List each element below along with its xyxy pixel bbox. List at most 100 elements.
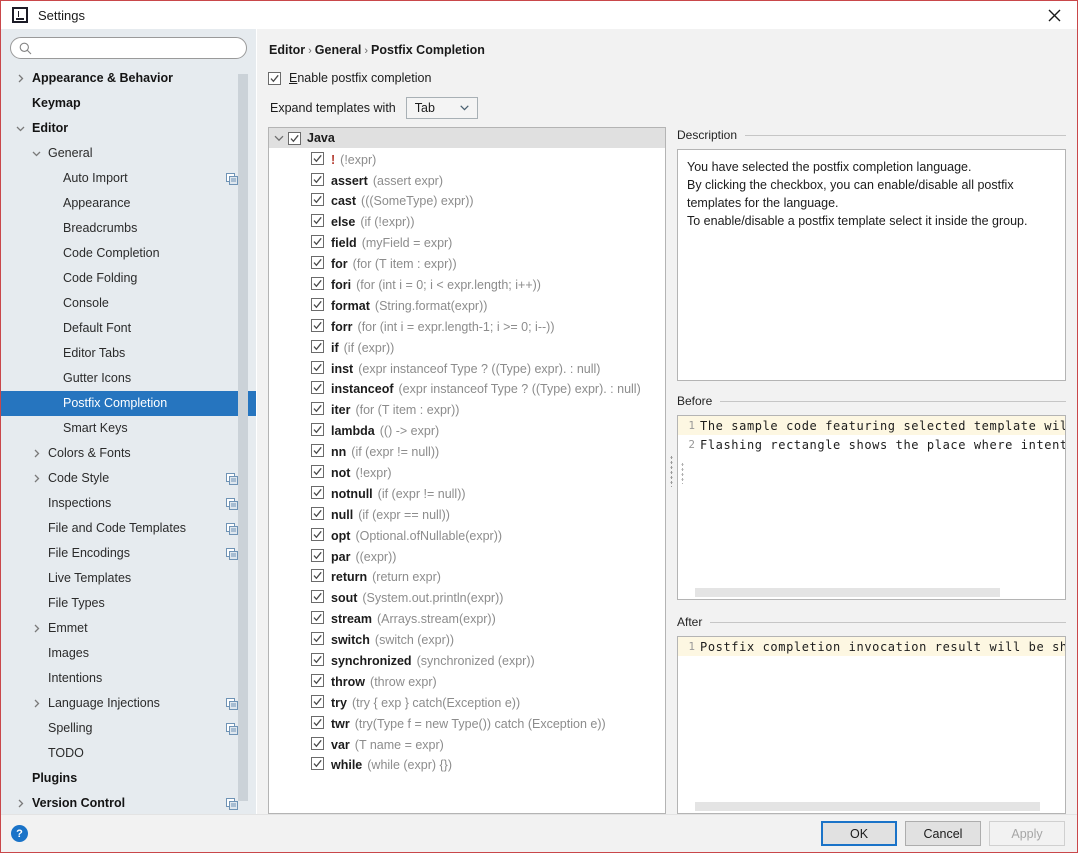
sidebar-item-editor[interactable]: Editor	[1, 116, 256, 141]
cancel-button[interactable]: Cancel	[905, 821, 981, 846]
template-checkbox[interactable]	[311, 423, 324, 439]
sidebar-item-code-folding[interactable]: Code Folding	[1, 266, 256, 291]
template-checkbox[interactable]	[311, 402, 324, 418]
chevron-right-icon[interactable]	[31, 473, 42, 484]
template-checkbox[interactable]	[311, 695, 324, 711]
search-input[interactable]	[37, 40, 238, 56]
template-checkbox[interactable]	[311, 486, 324, 502]
template-checkbox[interactable]	[311, 569, 324, 585]
sidebar-item-postfix-completion[interactable]: Postfix Completion	[1, 391, 256, 416]
template-checkbox[interactable]	[311, 653, 324, 669]
template-checkbox[interactable]	[311, 590, 324, 606]
templates-group-checkbox[interactable]	[288, 131, 301, 145]
template-row[interactable]: switch(switch (expr))	[269, 630, 665, 651]
sidebar-item-file-encodings[interactable]: File Encodings	[1, 541, 256, 566]
template-checkbox[interactable]	[311, 256, 324, 272]
template-row[interactable]: stream(Arrays.stream(expr))	[269, 609, 665, 630]
sidebar-item-auto-import[interactable]: Auto Import	[1, 166, 256, 191]
template-row[interactable]: inst(expr instanceof Type ? ((Type) expr…	[269, 358, 665, 379]
template-checkbox[interactable]	[311, 319, 324, 335]
template-row[interactable]: synchronized(synchronized (expr))	[269, 651, 665, 672]
sidebar-item-file-and-code-templates[interactable]: File and Code Templates	[1, 516, 256, 541]
sidebar-item-images[interactable]: Images	[1, 641, 256, 666]
template-checkbox[interactable]	[311, 757, 324, 773]
template-checkbox[interactable]	[311, 381, 324, 397]
templates-group-row-java[interactable]: Java	[269, 128, 665, 148]
template-row[interactable]: for(for (T item : expr))	[269, 254, 665, 275]
chevron-right-icon[interactable]	[15, 73, 26, 84]
copy-settings-icon[interactable]	[226, 698, 238, 710]
template-checkbox[interactable]	[311, 716, 324, 732]
template-checkbox[interactable]	[311, 361, 324, 377]
template-checkbox[interactable]	[311, 235, 324, 251]
apply-button[interactable]: Apply	[989, 821, 1065, 846]
sidebar-item-plugins[interactable]: Plugins	[1, 766, 256, 791]
sidebar-item-colors-fonts[interactable]: Colors & Fonts	[1, 441, 256, 466]
chevron-right-icon[interactable]	[31, 448, 42, 459]
template-checkbox[interactable]	[311, 674, 324, 690]
template-row[interactable]: instanceof(expr instanceof Type ? ((Type…	[269, 379, 665, 400]
template-checkbox[interactable]	[311, 465, 324, 481]
template-row[interactable]: lambda(() -> expr)	[269, 421, 665, 442]
copy-settings-icon[interactable]	[226, 473, 238, 485]
sidebar-item-spelling[interactable]: Spelling	[1, 716, 256, 741]
template-row[interactable]: format(String.format(expr))	[269, 295, 665, 316]
sidebar-item-live-templates[interactable]: Live Templates	[1, 566, 256, 591]
breadcrumb-item[interactable]: Editor	[269, 43, 305, 57]
sidebar-scrollbar-thumb[interactable]	[238, 74, 248, 801]
template-row[interactable]: notnull(if (expr != null))	[269, 483, 665, 504]
copy-settings-icon[interactable]	[226, 723, 238, 735]
template-row[interactable]: forr(for (int i = expr.length-1; i >= 0;…	[269, 316, 665, 337]
panel-splitter[interactable]	[666, 127, 677, 814]
sidebar-item-inspections[interactable]: Inspections	[1, 491, 256, 516]
before-horizontal-scrollbar[interactable]	[695, 588, 1000, 597]
template-checkbox[interactable]	[311, 173, 324, 189]
sidebar-item-breadcrumbs[interactable]: Breadcrumbs	[1, 216, 256, 241]
breadcrumb-item[interactable]: General	[315, 43, 362, 57]
chevron-right-icon[interactable]	[15, 798, 26, 809]
template-row[interactable]: null(if (expr == null))	[269, 504, 665, 525]
template-row[interactable]: while(while (expr) {})	[269, 755, 665, 776]
sidebar-item-emmet[interactable]: Emmet	[1, 616, 256, 641]
template-row[interactable]: iter(for (T item : expr))	[269, 400, 665, 421]
help-icon[interactable]: ?	[11, 825, 28, 842]
copy-settings-icon[interactable]	[226, 548, 238, 560]
template-row[interactable]: cast(((SomeType) expr))	[269, 191, 665, 212]
chevron-down-icon[interactable]	[274, 135, 284, 142]
copy-settings-icon[interactable]	[226, 498, 238, 510]
sidebar-item-general[interactable]: General	[1, 141, 256, 166]
template-row[interactable]: return(return expr)	[269, 567, 665, 588]
copy-settings-icon[interactable]	[226, 798, 238, 810]
enable-postfix-completion-row[interactable]: Enable postfix completion	[268, 71, 1077, 85]
sidebar-item-intentions[interactable]: Intentions	[1, 666, 256, 691]
template-row[interactable]: !(!expr)	[269, 149, 665, 170]
template-row[interactable]: throw(throw expr)	[269, 671, 665, 692]
sidebar-item-default-font[interactable]: Default Font	[1, 316, 256, 341]
template-checkbox[interactable]	[311, 193, 324, 209]
expand-templates-select[interactable]: Tab	[406, 97, 478, 119]
sidebar-item-todo[interactable]: TODO	[1, 741, 256, 766]
template-row[interactable]: nn(if (expr != null))	[269, 442, 665, 463]
template-row[interactable]: par((expr))	[269, 546, 665, 567]
sidebar-item-appearance[interactable]: Appearance	[1, 191, 256, 216]
chevron-right-icon[interactable]	[31, 698, 42, 709]
sidebar-item-language-injections[interactable]: Language Injections	[1, 691, 256, 716]
template-row[interactable]: else(if (!expr))	[269, 212, 665, 233]
template-row[interactable]: var(T name = expr)	[269, 734, 665, 755]
template-row[interactable]: assert(assert expr)	[269, 170, 665, 191]
enable-postfix-completion-checkbox[interactable]	[268, 71, 281, 85]
search-box[interactable]	[10, 37, 247, 59]
after-code-editor[interactable]: 1Postfix completion invocation result wi…	[677, 636, 1066, 814]
close-icon[interactable]	[1031, 1, 1077, 29]
template-checkbox[interactable]	[311, 444, 324, 460]
template-checkbox[interactable]	[311, 298, 324, 314]
sidebar-item-keymap[interactable]: Keymap	[1, 91, 256, 116]
template-row[interactable]: twr(try(Type f = new Type()) catch (Exce…	[269, 713, 665, 734]
template-checkbox[interactable]	[311, 277, 324, 293]
after-horizontal-scrollbar[interactable]	[695, 802, 1040, 811]
template-row[interactable]: fori(for (int i = 0; i < expr.length; i+…	[269, 275, 665, 296]
template-checkbox[interactable]	[311, 214, 324, 230]
template-row[interactable]: opt(Optional.ofNullable(expr))	[269, 525, 665, 546]
ok-button[interactable]: OK	[821, 821, 897, 846]
template-row[interactable]: try(try { exp } catch(Exception e))	[269, 692, 665, 713]
